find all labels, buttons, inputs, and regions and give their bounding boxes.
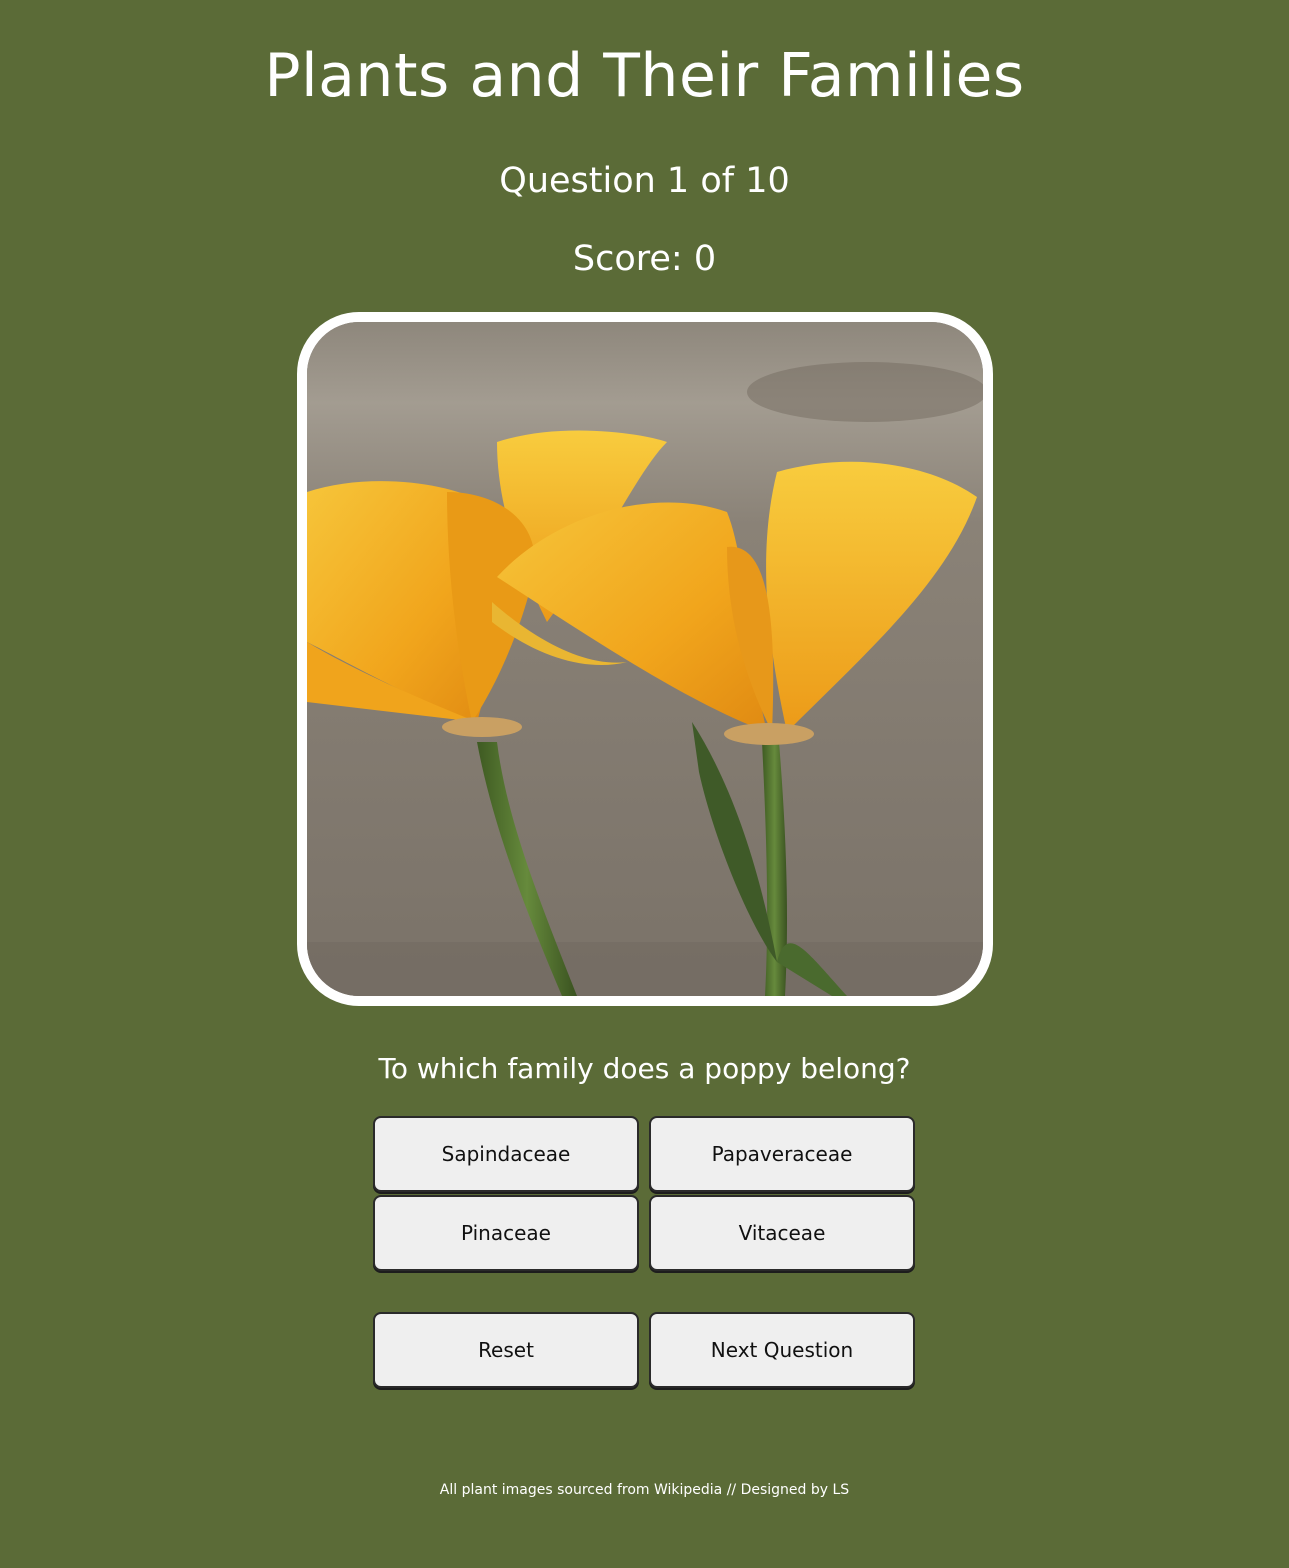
reset-button[interactable]: Reset [373,1312,639,1388]
question-counter: Question 1 of 10 [499,161,790,201]
page-title: Plants and Their Families [264,41,1025,111]
answer-button[interactable]: Papaveraceae [649,1116,915,1192]
poppy-photo [307,322,983,996]
answer-button[interactable]: Sapindaceae [373,1116,639,1192]
question-text: To which family does a poppy belong? [378,1052,911,1085]
answer-button[interactable]: Vitaceae [649,1195,915,1271]
next-question-button[interactable]: Next Question [649,1312,915,1388]
answer-button[interactable]: Pinaceae [373,1195,639,1271]
score-display: Score: 0 [572,239,717,279]
footer-credits: All plant images sourced from Wikipedia … [439,1482,850,1498]
plant-image [297,312,993,1006]
